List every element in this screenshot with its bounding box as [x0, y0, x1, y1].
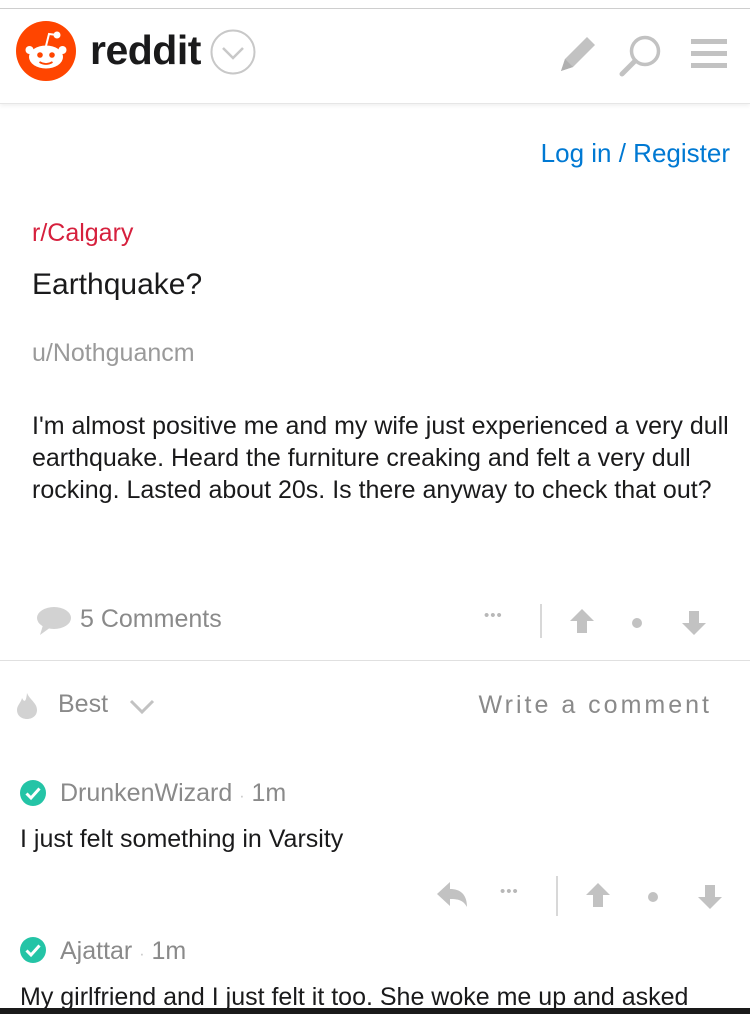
downvote-arrow-icon[interactable]: [681, 610, 707, 636]
subreddit-link[interactable]: r/Calgary: [32, 219, 133, 248]
write-comment-button[interactable]: Write a comment: [479, 691, 712, 720]
post-more-button[interactable]: •••: [484, 607, 503, 624]
score-dot-icon: [648, 892, 658, 902]
score-dot-icon: [632, 618, 642, 628]
meta-separator: ·: [139, 946, 145, 963]
comment-author-line: Ajattar · 1m: [60, 937, 186, 966]
verified-check-icon: [20, 780, 46, 806]
brand-wordmark[interactable]: reddit: [90, 27, 201, 74]
comment-text: I just felt something in Varsity: [20, 825, 344, 853]
pencil-icon[interactable]: [557, 33, 599, 75]
comment-actions-divider: [556, 876, 558, 916]
comment-username[interactable]: DrunkenWizard: [60, 779, 232, 807]
verified-check-icon: [20, 937, 46, 963]
comment-author-line: DrunkenWizard · 1m: [60, 779, 286, 808]
flame-icon[interactable]: [16, 692, 38, 720]
meta-separator: ·: [239, 788, 245, 805]
comment-username[interactable]: Ajattar: [60, 937, 132, 965]
post-body: I'm almost positive me and my wife just …: [32, 412, 729, 504]
comment-more-button[interactable]: •••: [500, 883, 519, 900]
app-header: reddit: [0, 9, 750, 104]
upvote-arrow-icon[interactable]: [569, 608, 595, 634]
bottom-edge: [0, 1008, 750, 1014]
post-author[interactable]: u/Nothguancm: [32, 339, 195, 368]
comments-count[interactable]: 5 Comments: [80, 605, 222, 634]
sort-label[interactable]: Best: [58, 690, 108, 719]
comment-time: 1m: [151, 937, 187, 965]
chevron-down-icon[interactable]: [210, 29, 256, 75]
reddit-logo-icon[interactable]: [16, 21, 76, 81]
menu-icon[interactable]: [691, 37, 727, 71]
post-title[interactable]: Earthquake?: [32, 268, 202, 302]
post-actions-divider: [540, 604, 542, 638]
upvote-arrow-icon[interactable]: [585, 882, 611, 908]
reply-arrow-icon[interactable]: [436, 880, 468, 910]
section-divider: [0, 660, 750, 661]
login-register-link[interactable]: Log in / Register: [541, 138, 730, 169]
downvote-arrow-icon[interactable]: [697, 884, 723, 910]
comment-time: 1m: [251, 779, 287, 807]
sort-chevron-down-icon[interactable]: [128, 697, 156, 717]
comment-bubble-icon[interactable]: [36, 606, 72, 636]
search-icon[interactable]: [618, 33, 664, 79]
